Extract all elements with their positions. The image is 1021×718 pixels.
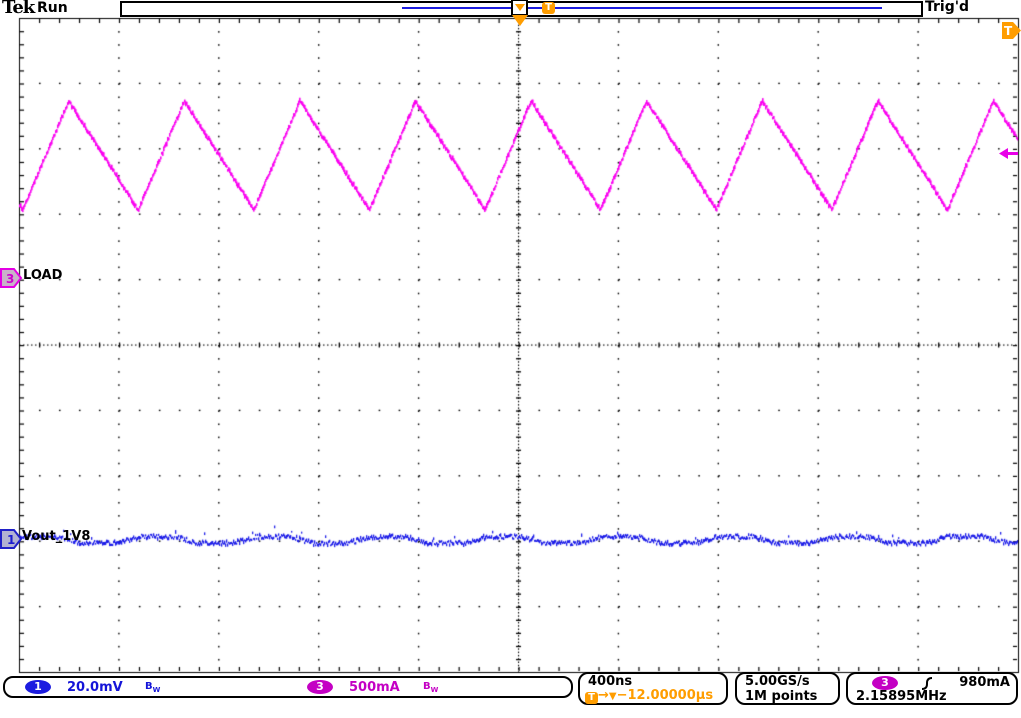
- trigger-t-icon: T: [542, 2, 555, 14]
- acquisition-status: Run: [37, 0, 68, 16]
- trigger-readout-box[interactable]: 3 980mA 2.15895MHz: [846, 672, 1018, 705]
- ch1-bandwidth-icon: BW: [145, 681, 160, 694]
- trigger-level-value: 980mA: [959, 675, 1010, 690]
- record-length: 1M points: [745, 689, 817, 704]
- sample-rate: 5.00GS/s: [745, 674, 810, 689]
- ch3-trigger-level-arrow-icon[interactable]: [999, 147, 1018, 160]
- ch1-badge[interactable]: 1: [25, 680, 51, 694]
- channel-readouts-box[interactable]: 1 20.0mV BW 3 500mA BW: [3, 676, 573, 698]
- down-arrow-icon: [515, 4, 525, 11]
- ch3-position-marker[interactable]: 3: [0, 267, 23, 289]
- ch1-vertical-scale: 20.0mV: [67, 680, 123, 695]
- record-trigger-position-marker[interactable]: [511, 0, 528, 16]
- record-waveform-line: [402, 7, 882, 9]
- delay-t-icon: T: [585, 692, 598, 704]
- ch1-trace-label: Vout_1V8: [22, 529, 90, 544]
- down-cursor-icon: ▼: [609, 691, 617, 702]
- trigger-flag-letter: T: [1004, 24, 1013, 38]
- trigger-delay-readout: T→▼−12.00000µs: [585, 688, 713, 704]
- timebase-box[interactable]: 400ns T→▼−12.00000µs: [578, 672, 728, 705]
- trigger-position-arrow-icon[interactable]: [512, 15, 528, 26]
- delay-value: −12.00000µs: [617, 688, 713, 703]
- tek-logo: Tek: [2, 0, 34, 18]
- ch1-marker-number: 1: [7, 533, 15, 547]
- ch3-badge[interactable]: 3: [307, 680, 333, 694]
- right-arrow-icon: →: [598, 688, 609, 703]
- trigger-frequency: 2.15895MHz: [856, 689, 947, 704]
- trigger-source-badge[interactable]: 3: [872, 676, 898, 690]
- ch3-marker-number: 3: [6, 272, 14, 286]
- ch1-position-marker[interactable]: 1: [0, 528, 23, 550]
- ch3-bandwidth-icon: BW: [423, 681, 438, 694]
- oscilloscope-screen: Tek Run Trig'd T T 3 LOAD 1 Vout_1V8 1 2…: [0, 0, 1021, 718]
- trigger-level-t-flag-icon[interactable]: T: [1002, 21, 1021, 40]
- trigger-status: Trig'd: [925, 0, 969, 15]
- acquisition-box[interactable]: 5.00GS/s 1M points: [735, 672, 840, 705]
- waveform-canvas: [0, 0, 1021, 718]
- ch3-trace-label: LOAD: [23, 268, 62, 283]
- ch3-vertical-scale: 500mA: [349, 680, 400, 695]
- timebase-scale: 400ns: [588, 674, 632, 689]
